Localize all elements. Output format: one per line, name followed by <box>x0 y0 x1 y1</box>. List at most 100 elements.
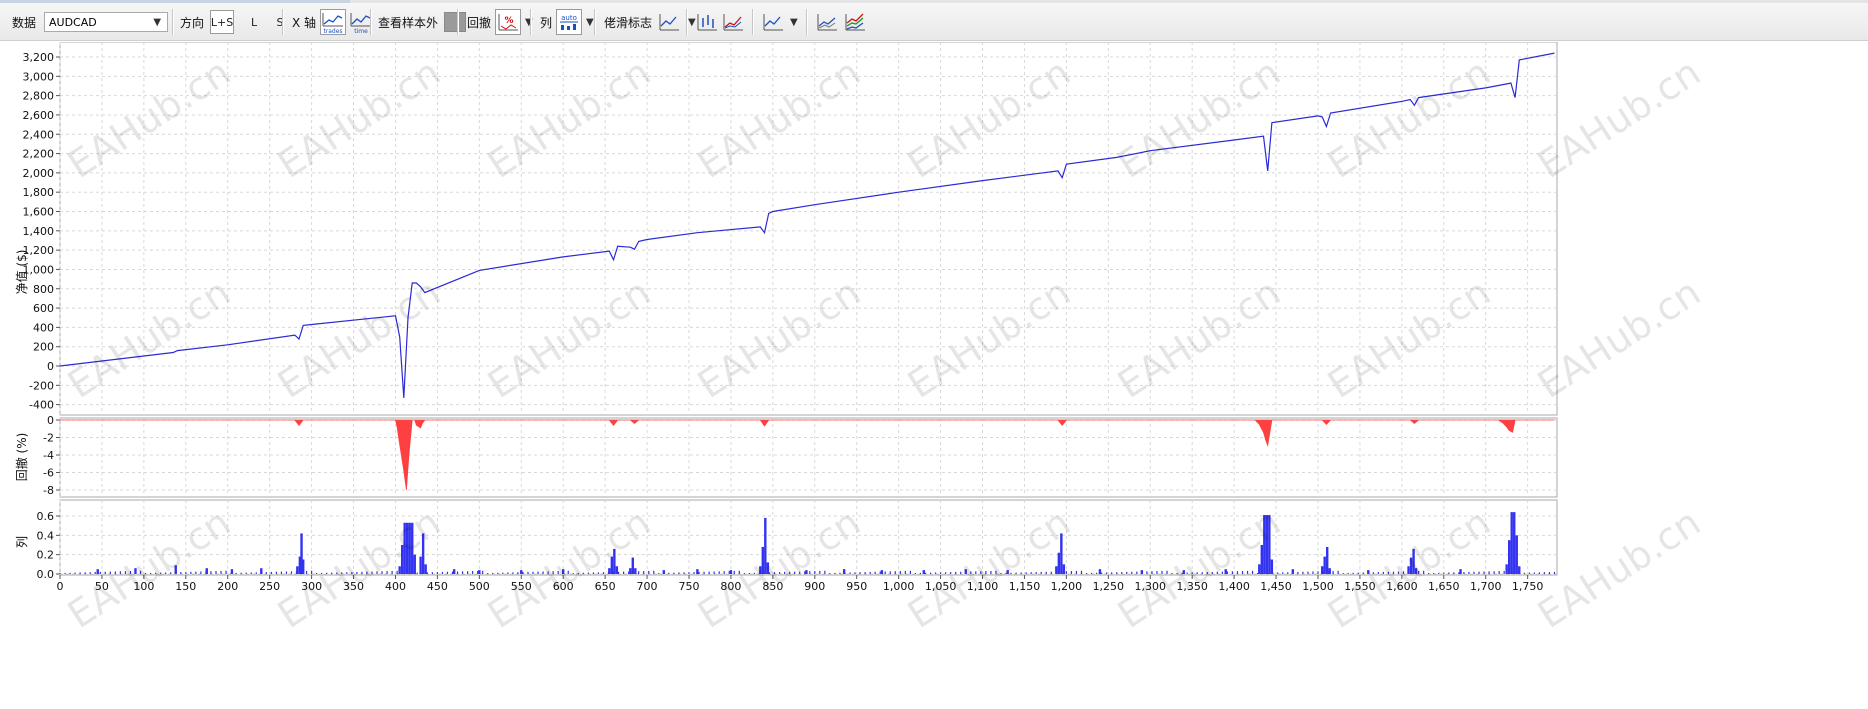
column-bar <box>804 571 806 574</box>
column-bar <box>416 572 418 574</box>
column-bar <box>94 572 96 574</box>
drawdown-icon-text: % <box>505 16 514 26</box>
y-tick-label: 0.0 <box>37 568 55 581</box>
y-tick-label: 3,000 <box>23 70 55 83</box>
column-bar <box>300 571 303 574</box>
column-bar <box>1121 572 1123 574</box>
xaxis-trades-button[interactable]: trades <box>320 9 347 35</box>
column-bar <box>431 572 433 574</box>
column-bar <box>290 571 293 574</box>
x-tick-label: 700 <box>637 580 658 593</box>
column-bar <box>1468 571 1470 574</box>
column-bar <box>1347 572 1349 574</box>
column-bar <box>1367 572 1369 574</box>
column-bar <box>1030 572 1032 574</box>
y-tick-label: 400 <box>33 321 54 334</box>
column-bar <box>1507 540 1511 574</box>
column-bar <box>1505 564 1508 574</box>
column-bar <box>1116 572 1118 574</box>
column-auto-caption: auto <box>561 14 577 22</box>
line-chart-icon <box>659 14 680 31</box>
column-bar <box>723 571 725 574</box>
column-bar <box>250 572 252 574</box>
column-bar <box>200 571 202 574</box>
x-tick-label: 1,350 <box>1176 580 1208 593</box>
column-bar <box>778 572 781 574</box>
view-dropdown-icon[interactable]: ▼ <box>790 17 798 28</box>
column-bar <box>819 570 821 574</box>
column-bar <box>1553 571 1556 574</box>
column-bar <box>648 570 650 574</box>
column-bar <box>1211 571 1213 574</box>
column-bar <box>1515 535 1518 574</box>
equity-chart-button[interactable] <box>720 9 746 35</box>
column-bar <box>733 570 735 574</box>
column-bar <box>587 572 589 574</box>
column-bar <box>1146 571 1148 574</box>
column-bar <box>1332 570 1334 574</box>
column-bar <box>366 571 368 574</box>
compare-button[interactable] <box>814 9 840 35</box>
column-bar <box>1323 556 1326 574</box>
column-bar <box>1493 571 1495 574</box>
column-bar <box>220 570 222 574</box>
markers-button[interactable] <box>656 9 682 35</box>
column-bar <box>537 571 539 574</box>
view-line-button[interactable] <box>760 9 786 35</box>
column-bar <box>1327 571 1329 574</box>
column-bar <box>1040 571 1042 574</box>
column-bar <box>617 571 620 574</box>
column-bar <box>478 570 481 574</box>
column-bar <box>482 570 484 574</box>
column-bar <box>280 571 283 574</box>
equity-drawdown-columns-chart[interactable]: 3,200 3,000 2,800 2,600 2,400 2,200 2,000 1,800… <box>0 41 1868 706</box>
column-bar <box>1025 572 1027 574</box>
x-tick-label: 1,400 <box>1218 580 1250 593</box>
column-bar <box>527 571 529 574</box>
direction-s-button[interactable]: S <box>268 10 292 34</box>
column-dropdown-icon[interactable]: ▼ <box>586 17 594 28</box>
column-bar <box>1090 572 1093 574</box>
column-bar <box>975 571 977 574</box>
column-bar <box>592 572 594 574</box>
x-tick-label: 600 <box>553 580 574 593</box>
column-bar <box>854 572 856 574</box>
column-bar <box>1498 571 1500 574</box>
multi-series-button[interactable] <box>842 9 868 35</box>
column-bar <box>356 571 358 574</box>
compare-group <box>814 3 868 41</box>
column-bar <box>96 569 99 574</box>
ohlc-chart-button[interactable] <box>694 9 720 35</box>
out-of-sample-toggle[interactable] <box>444 12 467 32</box>
column-bar <box>1263 515 1266 574</box>
column-bar <box>517 572 519 574</box>
column-bar <box>834 572 836 574</box>
column-bar <box>466 571 469 574</box>
x-tick-label: 1,750 <box>1512 580 1544 593</box>
column-bar <box>1111 572 1113 574</box>
column-bar <box>1060 533 1063 574</box>
column-bar <box>452 569 456 574</box>
column-bar <box>295 571 298 574</box>
column-bar <box>1543 572 1546 574</box>
column-bar <box>436 572 438 574</box>
column-bar <box>547 571 549 574</box>
column-bar <box>1443 572 1445 574</box>
column-bar <box>1307 571 1309 574</box>
column-bar <box>1062 564 1066 574</box>
column-bar <box>1328 568 1331 574</box>
direction-ls-button[interactable]: L+S <box>210 10 235 34</box>
drawdown-button[interactable]: % <box>495 9 522 35</box>
direction-l-button[interactable]: L <box>242 10 266 34</box>
data-label: 数据 <box>12 15 37 30</box>
y-tick-label: 200 <box>33 341 54 354</box>
symbol-select[interactable]: AUDCAD ▼ <box>44 12 169 32</box>
y-tick-label: 2,800 <box>23 90 55 103</box>
column-auto-button[interactable]: auto <box>556 9 583 35</box>
column-bar <box>1312 571 1314 574</box>
column-bar <box>446 571 449 574</box>
column-bar <box>1126 571 1128 574</box>
column-bar <box>698 571 700 574</box>
view-group: ▼ <box>760 3 798 41</box>
column-bar <box>768 572 771 574</box>
